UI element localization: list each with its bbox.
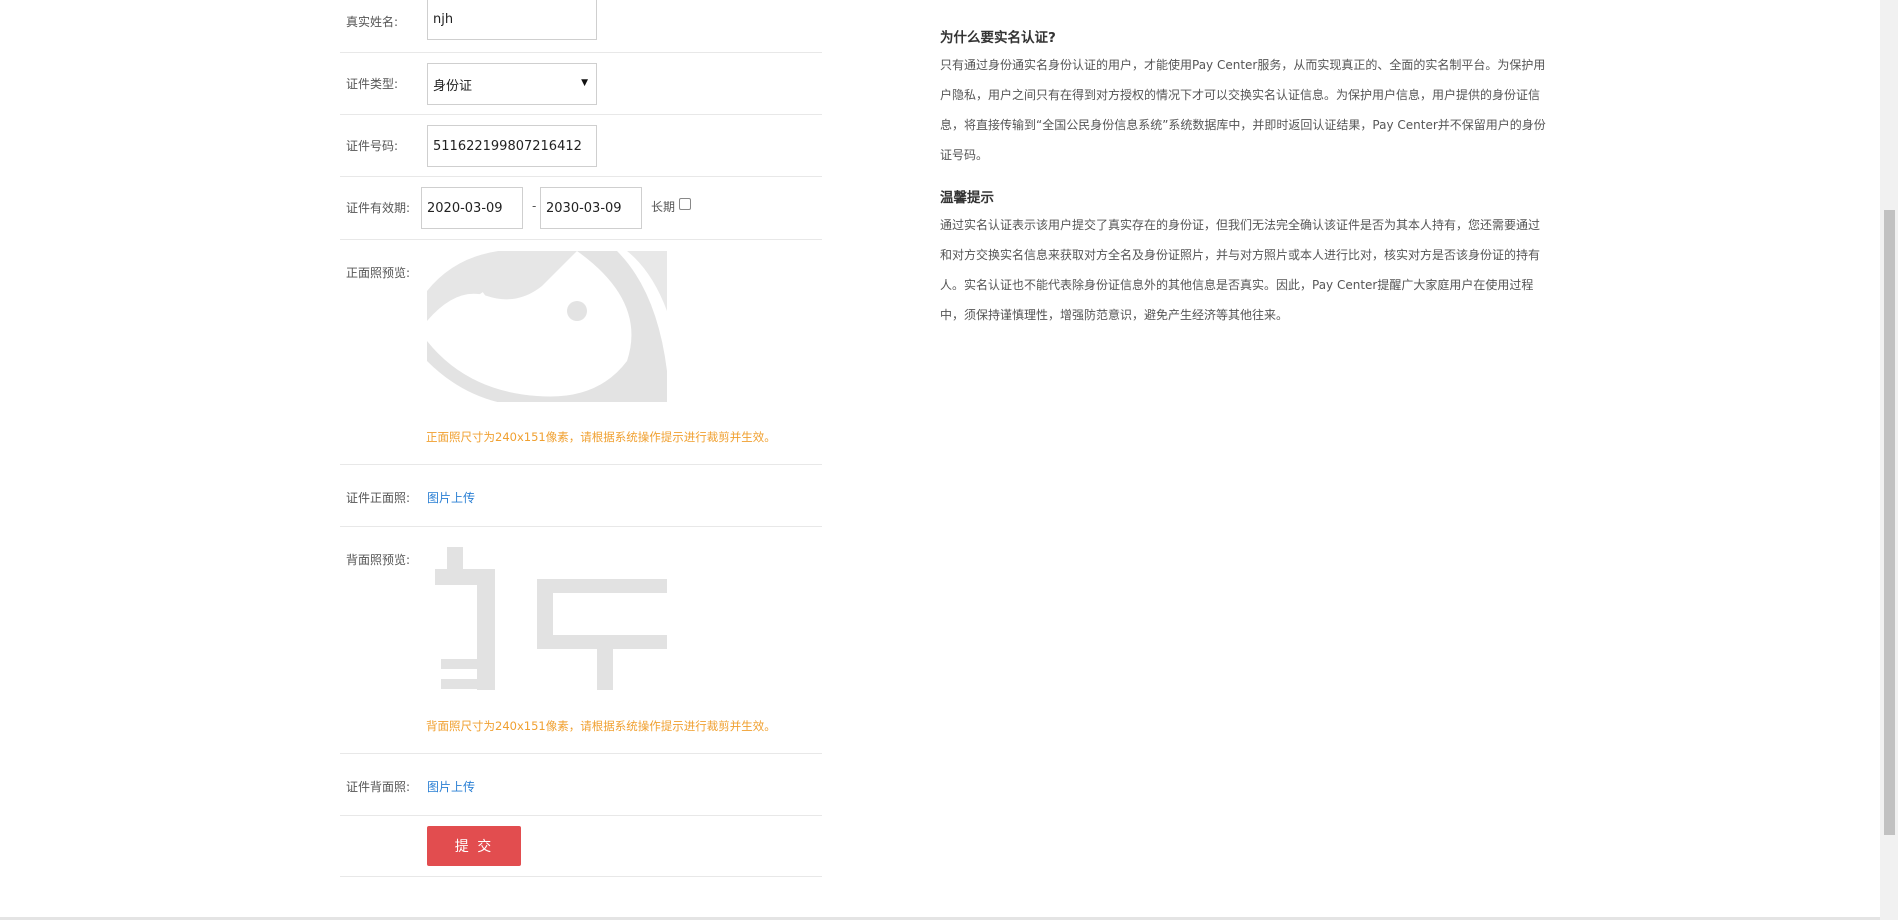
why-verify-text: 只有通过身份通实名身份认证的用户，才能使用Pay Center服务，从而实现真正… [940,58,1546,162]
validity-start-input[interactable]: 2020-03-09 [421,187,523,229]
front-preview-label: 正面照预览: [346,266,411,280]
back-upload-row: 证件背面照: 图片上传 [340,754,822,816]
id-number-label: 证件号码: [346,139,399,153]
real-name-value: njh [433,11,454,27]
verification-form: 真实姓名: njh 证件类型: 身份证 ▼ 证件号码: 511622199807… [340,0,822,877]
validity-start-value: 2020-03-09 [427,200,503,216]
why-verify-title: 为什么要实名认证? [940,30,1056,46]
front-preview-image [427,251,667,402]
back-upload-link[interactable]: 图片上传 [427,778,475,795]
tips-title: 温馨提示 [940,190,994,206]
chevron-down-icon: ▼ [581,78,588,88]
id-type-label: 证件类型: [346,77,399,91]
real-name-row: 真实姓名: njh [340,0,822,53]
submit-button[interactable]: 提 交 [427,826,521,866]
id-type-row: 证件类型: 身份证 ▼ [340,53,822,115]
real-name-label: 真实姓名: [346,15,399,29]
tips-text: 通过实名认证表示该用户提交了真实存在的身份证，但我们无法完全确认该证件是否为其本… [940,218,1541,322]
long-term-checkbox[interactable] [679,198,691,210]
back-preview-row: 背面照预览: 背面照尺寸为240x151像素，请根据系统操作提示进行裁剪并生效。 [340,527,822,754]
validity-end-value: 2030-03-09 [546,200,622,216]
front-upload-row: 证件正面照: 图片上传 [340,465,822,527]
id-number-value: 511622199807216412 [433,138,582,154]
long-term-label: 长期 [651,200,676,214]
real-name-input[interactable]: njh [427,0,597,40]
back-preview-label: 背面照预览: [346,553,411,567]
submit-row: 提 交 [340,816,822,877]
front-upload-link[interactable]: 图片上传 [427,489,475,506]
validity-label: 证件有效期: [346,201,411,215]
validity-end-input[interactable]: 2030-03-09 [540,187,642,229]
front-preview-row: 正面照预览: 正面照尺寸为240x151像素，请根据系统操作提示进行裁剪并生效。 [340,240,822,465]
scrollbar-thumb[interactable] [1884,210,1895,835]
front-upload-label: 证件正面照: [346,491,411,505]
id-type-select[interactable]: 身份证 ▼ [427,63,597,105]
id-type-value: 身份证 [433,78,473,94]
back-preview-image [427,539,667,690]
vertical-scrollbar[interactable] [1880,0,1898,920]
id-number-row: 证件号码: 511622199807216412 [340,115,822,177]
info-panel: 为什么要实名认证? 只有通过身份通实名身份认证的用户，才能使用Pay Cente… [940,26,1546,330]
back-preview-hint: 背面照尺寸为240x151像素，请根据系统操作提示进行裁剪并生效。 [426,719,776,733]
front-preview-placeholder-icon [427,251,667,402]
validity-separator: - [532,199,537,213]
back-preview-placeholder-icon [427,539,667,690]
front-preview-hint: 正面照尺寸为240x151像素，请根据系统操作提示进行裁剪并生效。 [426,430,776,444]
validity-row: 证件有效期: 2020-03-09 - 2030-03-09 长期 [340,177,822,240]
id-number-input[interactable]: 511622199807216412 [427,125,597,167]
back-upload-label: 证件背面照: [346,780,411,794]
